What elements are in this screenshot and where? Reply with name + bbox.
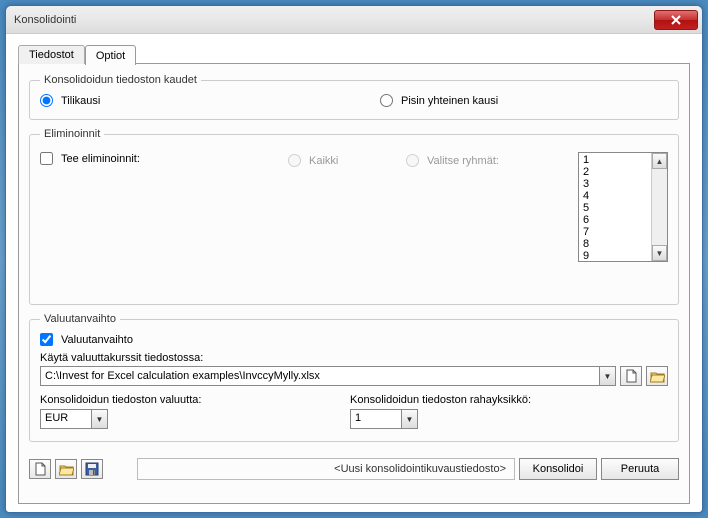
fx-currency-label: Konsolidoidun tiedoston valuutta: (40, 394, 310, 406)
chevron-down-icon[interactable]: ▼ (91, 410, 107, 428)
tab-panel-options: Konsolidoidun tiedoston kaudet Tilikausi… (18, 63, 690, 504)
radio-fiscal[interactable]: Tilikausi (40, 94, 380, 107)
footer-save-button[interactable] (81, 459, 103, 479)
list-item[interactable]: 4 (583, 190, 647, 202)
fx-file-input[interactable] (41, 367, 599, 385)
close-icon (671, 15, 681, 25)
check-fx[interactable]: Valuutanvaihto (40, 333, 668, 346)
consolidate-button[interactable]: Konsolidoi (519, 458, 597, 480)
footer-new-button[interactable] (29, 459, 51, 479)
check-do-elim-input[interactable] (40, 152, 53, 165)
list-item[interactable]: 1 (583, 154, 647, 166)
radio-elim-select: Valitse ryhmät: (406, 154, 499, 167)
radio-fiscal-input[interactable] (40, 94, 53, 107)
fx-two-col: Konsolidoidun tiedoston valuutta: EUR ▼ … (40, 394, 668, 429)
scroll-down-icon[interactable]: ▼ (652, 245, 667, 261)
list-item[interactable]: 9 (583, 250, 647, 262)
check-do-elim[interactable]: Tee eliminoinnit: (40, 152, 280, 165)
window-title: Konsolidointi (14, 14, 654, 26)
elim-scrollbar[interactable]: ▲ ▼ (651, 153, 667, 261)
footer-open-button[interactable] (55, 459, 77, 479)
group-periods-legend: Konsolidoidun tiedoston kaudet (40, 74, 201, 86)
tab-header: Tiedostot Optiot (18, 42, 690, 64)
dialog-body: Tiedostot Optiot Konsolidoidun tiedoston… (6, 34, 702, 512)
radio-elim-all-input (288, 154, 301, 167)
radio-common[interactable]: Pisin yhteinen kausi (380, 94, 498, 107)
group-periods: Konsolidoidun tiedoston kaudet Tilikausi… (29, 74, 679, 120)
group-fx-legend: Valuutanvaihto (40, 313, 120, 325)
dialog-window: Konsolidointi Tiedostot Optiot Konsolido… (5, 5, 703, 513)
status-text: <Uusi konsolidointikuvaustiedosto> (137, 458, 515, 480)
group-fx: Valuutanvaihto Valuutanvaihto Käytä valu… (29, 313, 679, 442)
list-item[interactable]: 5 (583, 202, 647, 214)
periods-row: Tilikausi Pisin yhteinen kausi (40, 94, 668, 107)
elim-body: Tee eliminoinnit: Kaikki Valitse ryhmät: (40, 152, 668, 292)
open-folder-icon (59, 463, 74, 476)
radio-elim-all: Kaikki (288, 154, 338, 167)
fx-file-label: Käytä valuuttakurssit tiedostossa: (40, 352, 668, 364)
radio-common-input[interactable] (380, 94, 393, 107)
fx-currency-select[interactable]: EUR ▼ (40, 409, 108, 429)
elim-groups-list[interactable]: 123456789 ▲ ▼ (578, 152, 668, 262)
close-button[interactable] (654, 10, 698, 30)
list-item[interactable]: 2 (583, 166, 647, 178)
group-elim-legend: Eliminoinnit (40, 128, 104, 140)
fx-unit-select[interactable]: 1 ▼ (350, 409, 418, 429)
cancel-button[interactable]: Peruuta (601, 458, 679, 480)
open-folder-icon (650, 370, 665, 383)
titlebar: Konsolidointi (6, 6, 702, 34)
chevron-down-icon[interactable]: ▼ (401, 410, 417, 428)
check-fx-input[interactable] (40, 333, 53, 346)
new-file-icon (625, 369, 638, 383)
list-item[interactable]: 7 (583, 226, 647, 238)
list-item[interactable]: 3 (583, 178, 647, 190)
list-item[interactable]: 8 (583, 238, 647, 250)
fx-file-combo[interactable]: ▼ (40, 366, 616, 386)
group-eliminations: Eliminoinnit Tee eliminoinnit: Kaikki (29, 128, 679, 305)
tab-files[interactable]: Tiedostot (18, 45, 85, 64)
scroll-up-icon[interactable]: ▲ (652, 153, 667, 169)
radio-elim-select-input (406, 154, 419, 167)
footer: <Uusi konsolidointikuvaustiedosto> Konso… (29, 450, 679, 480)
fx-open-file-button[interactable] (646, 366, 668, 386)
fx-new-file-button[interactable] (620, 366, 642, 386)
list-item[interactable]: 6 (583, 214, 647, 226)
tab-options[interactable]: Optiot (85, 45, 136, 65)
elim-groups-list-items: 123456789 (579, 153, 651, 261)
fx-file-dropdown-icon[interactable]: ▼ (599, 367, 615, 385)
fx-unit-label: Konsolidoidun tiedoston rahayksikkö: (350, 394, 531, 406)
save-icon (85, 462, 99, 476)
new-file-icon (34, 462, 47, 476)
fx-file-row: ▼ (40, 366, 668, 386)
